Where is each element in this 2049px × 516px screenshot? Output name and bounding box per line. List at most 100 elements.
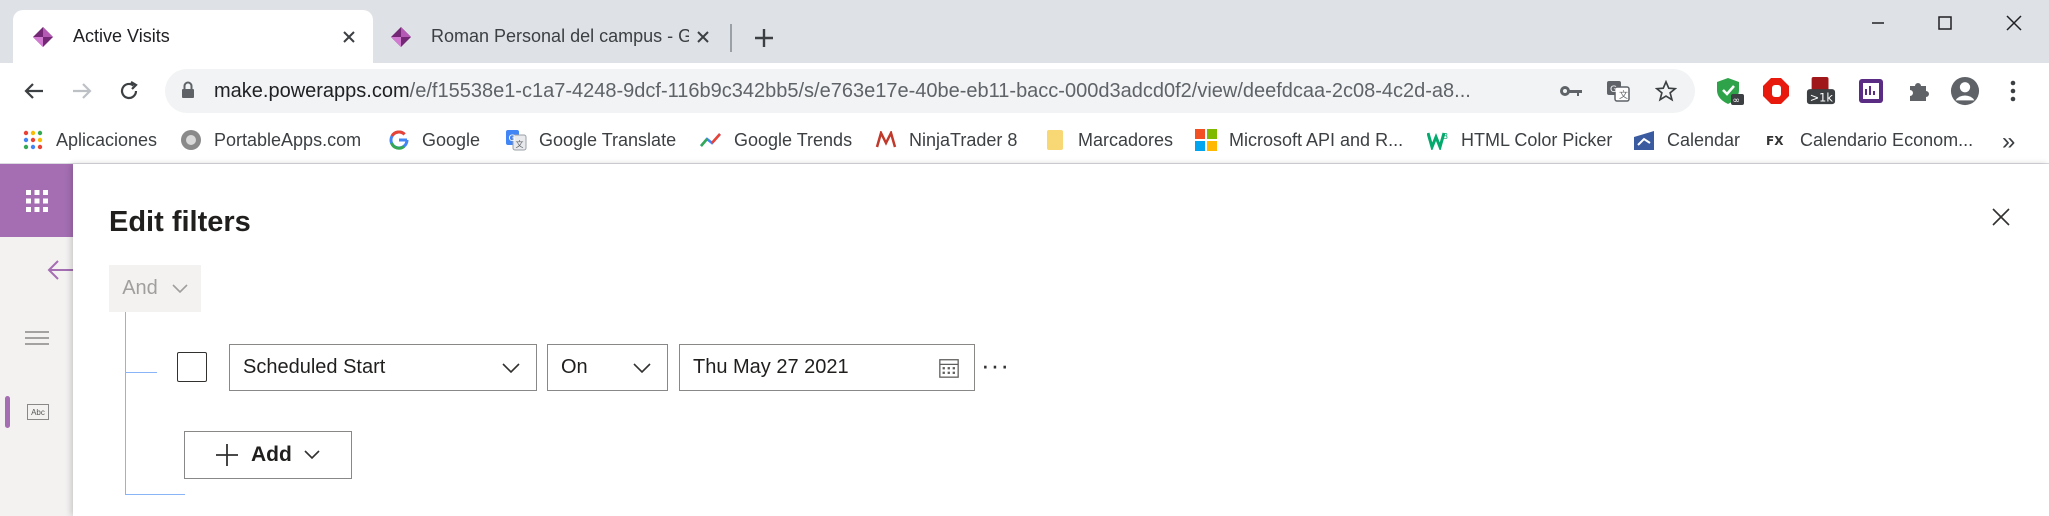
back-arrow-icon[interactable] — [47, 258, 75, 282]
tab-roman-personal[interactable]: Roman Personal del campus - Gu — [375, 10, 727, 63]
profile-avatar-icon[interactable] — [1950, 76, 1980, 106]
lock-icon — [182, 81, 194, 98]
date-picker-input[interactable]: Thu May 27 2021 — [679, 344, 975, 391]
counter-extension-icon[interactable]: >1k — [1806, 76, 1836, 106]
bookmark-google-trends[interactable]: Google Trends — [700, 125, 852, 155]
chrome-menu-icon[interactable] — [1998, 76, 2028, 106]
bookmark-calendar[interactable]: Calendar — [1633, 125, 1740, 155]
group-operator-dropdown[interactable]: And — [109, 265, 201, 312]
chevron-down-icon — [500, 357, 522, 379]
google-icon — [388, 129, 410, 151]
apps-grid-icon — [22, 129, 44, 151]
svg-text:>1k: >1k — [1810, 91, 1834, 104]
close-icon — [2006, 15, 2022, 31]
tab-close-icon[interactable] — [689, 23, 717, 51]
add-filter-button[interactable]: Add — [184, 431, 352, 479]
url-text: make.powerapps.com/e/f15538e1-c1a7-4248-… — [214, 80, 1594, 103]
back-button[interactable] — [16, 73, 52, 109]
waffle-icon — [25, 189, 48, 212]
maximize-icon — [1938, 16, 1952, 30]
adblock-extension-icon[interactable] — [1761, 76, 1791, 106]
tab-title: Active Visits — [73, 26, 170, 46]
svg-text:文: 文 — [516, 139, 524, 149]
bookmark-ninjatrader[interactable]: NinjaTrader 8 — [875, 125, 1017, 155]
tree-connector-add — [125, 494, 185, 495]
bookmark-marcadores[interactable]: Marcadores — [1044, 125, 1173, 155]
svg-text:3: 3 — [1443, 132, 1448, 141]
bookmark-google[interactable]: Google — [388, 125, 480, 155]
puzzle-extensions-icon[interactable] — [1903, 76, 1933, 106]
svg-text:∞: ∞ — [1733, 96, 1741, 106]
more-options-button[interactable]: ··· — [981, 350, 1010, 381]
new-tab-button[interactable] — [748, 22, 780, 54]
operator-value: On — [561, 356, 588, 378]
bookmark-portableapps[interactable]: PortableApps.com — [180, 125, 361, 155]
plus-icon — [216, 444, 238, 466]
add-label: Add — [251, 443, 292, 466]
bookmarks-overflow-button[interactable]: » — [2002, 128, 2015, 156]
tab-active-visits[interactable]: Active Visits — [13, 10, 373, 63]
panel-title: Edit filters — [109, 206, 251, 238]
tab-strip: Active Visits Roman Personal del campus … — [0, 0, 2049, 63]
chevron-down-icon — [631, 357, 653, 379]
panel-close-button[interactable] — [1986, 202, 2016, 232]
rail-selected-indicator — [5, 396, 10, 428]
plus-icon — [755, 29, 773, 47]
group-operator-label: And — [122, 277, 158, 299]
reload-icon — [120, 81, 138, 100]
filter-row-checkbox[interactable] — [177, 352, 207, 382]
arrow-left-icon — [24, 83, 43, 99]
date-value: Thu May 27 2021 — [693, 356, 849, 378]
tab-separator — [730, 24, 732, 52]
chevron-down-icon — [304, 450, 320, 460]
translate-icon[interactable]: G文 — [1605, 78, 1631, 104]
window-close-button[interactable] — [1984, 8, 2044, 38]
hamburger-menu-icon[interactable] — [24, 330, 50, 346]
google-translate-icon: G文 — [505, 129, 527, 151]
fxstreet-icon: FX — [1766, 129, 1788, 151]
microsoft-icon — [1195, 129, 1217, 151]
ninjatrader-icon — [875, 129, 897, 151]
metrics-extension-icon[interactable] — [1856, 76, 1886, 106]
powerapps-favicon-icon — [391, 26, 411, 47]
svg-text:FX: FX — [1766, 134, 1784, 148]
bookmark-star-icon[interactable] — [1653, 78, 1679, 104]
w3schools-icon: 3 — [1427, 129, 1449, 151]
svg-text:G: G — [509, 134, 516, 144]
portableapps-icon — [180, 129, 202, 151]
calendar-icon[interactable] — [938, 357, 960, 379]
bookmark-html-color-picker[interactable]: 3 HTML Color Picker — [1427, 125, 1612, 155]
minimize-icon — [1872, 22, 1884, 24]
maximize-button[interactable] — [1915, 8, 1975, 38]
svg-text:G: G — [1610, 85, 1617, 95]
bookmark-google-translate[interactable]: G文 Google Translate — [505, 125, 676, 155]
powerapps-favicon-icon — [33, 26, 53, 47]
folder-icon — [1044, 129, 1066, 151]
chevron-down-icon — [172, 283, 188, 293]
arrow-right-icon — [73, 83, 92, 99]
operator-dropdown[interactable]: On — [547, 344, 668, 391]
app-launcher-button[interactable] — [0, 164, 73, 237]
bookmark-aplicaciones[interactable]: Aplicaciones — [22, 125, 157, 155]
calendar-bookmark-icon — [1633, 129, 1655, 151]
tab-close-icon[interactable] — [335, 23, 363, 51]
tree-connector-row — [125, 372, 157, 373]
browser-toolbar: make.powerapps.com/e/f15538e1-c1a7-4248-… — [0, 63, 2049, 118]
reload-button[interactable] — [111, 73, 147, 109]
forward-button[interactable] — [64, 73, 100, 109]
url-path: /e/f15538e1-c1a7-4248-9dcf-116b9c342bb5/… — [409, 80, 1471, 102]
shield-extension-icon[interactable]: ∞ — [1715, 76, 1745, 106]
minimize-button[interactable] — [1848, 8, 1908, 38]
address-bar[interactable]: make.powerapps.com/e/f15538e1-c1a7-4248-… — [165, 69, 1695, 113]
text-field-icon[interactable]: Abc — [27, 404, 49, 420]
close-icon — [1992, 208, 2010, 226]
url-host: make.powerapps.com — [214, 80, 410, 102]
bookmark-microsoft-api[interactable]: Microsoft API and R... — [1195, 125, 1403, 155]
bookmark-calendario-economico[interactable]: FX Calendario Econom... — [1766, 125, 1973, 155]
bookmarks-bar: Aplicaciones PortableApps.com Google G文 … — [0, 118, 2049, 164]
key-icon[interactable] — [1558, 78, 1584, 104]
field-dropdown[interactable]: Scheduled Start — [229, 344, 537, 391]
svg-text:文: 文 — [1619, 89, 1628, 101]
edit-filters-panel: Edit filters And Scheduled Start On Thu … — [73, 164, 2049, 516]
field-value: Scheduled Start — [243, 356, 386, 378]
